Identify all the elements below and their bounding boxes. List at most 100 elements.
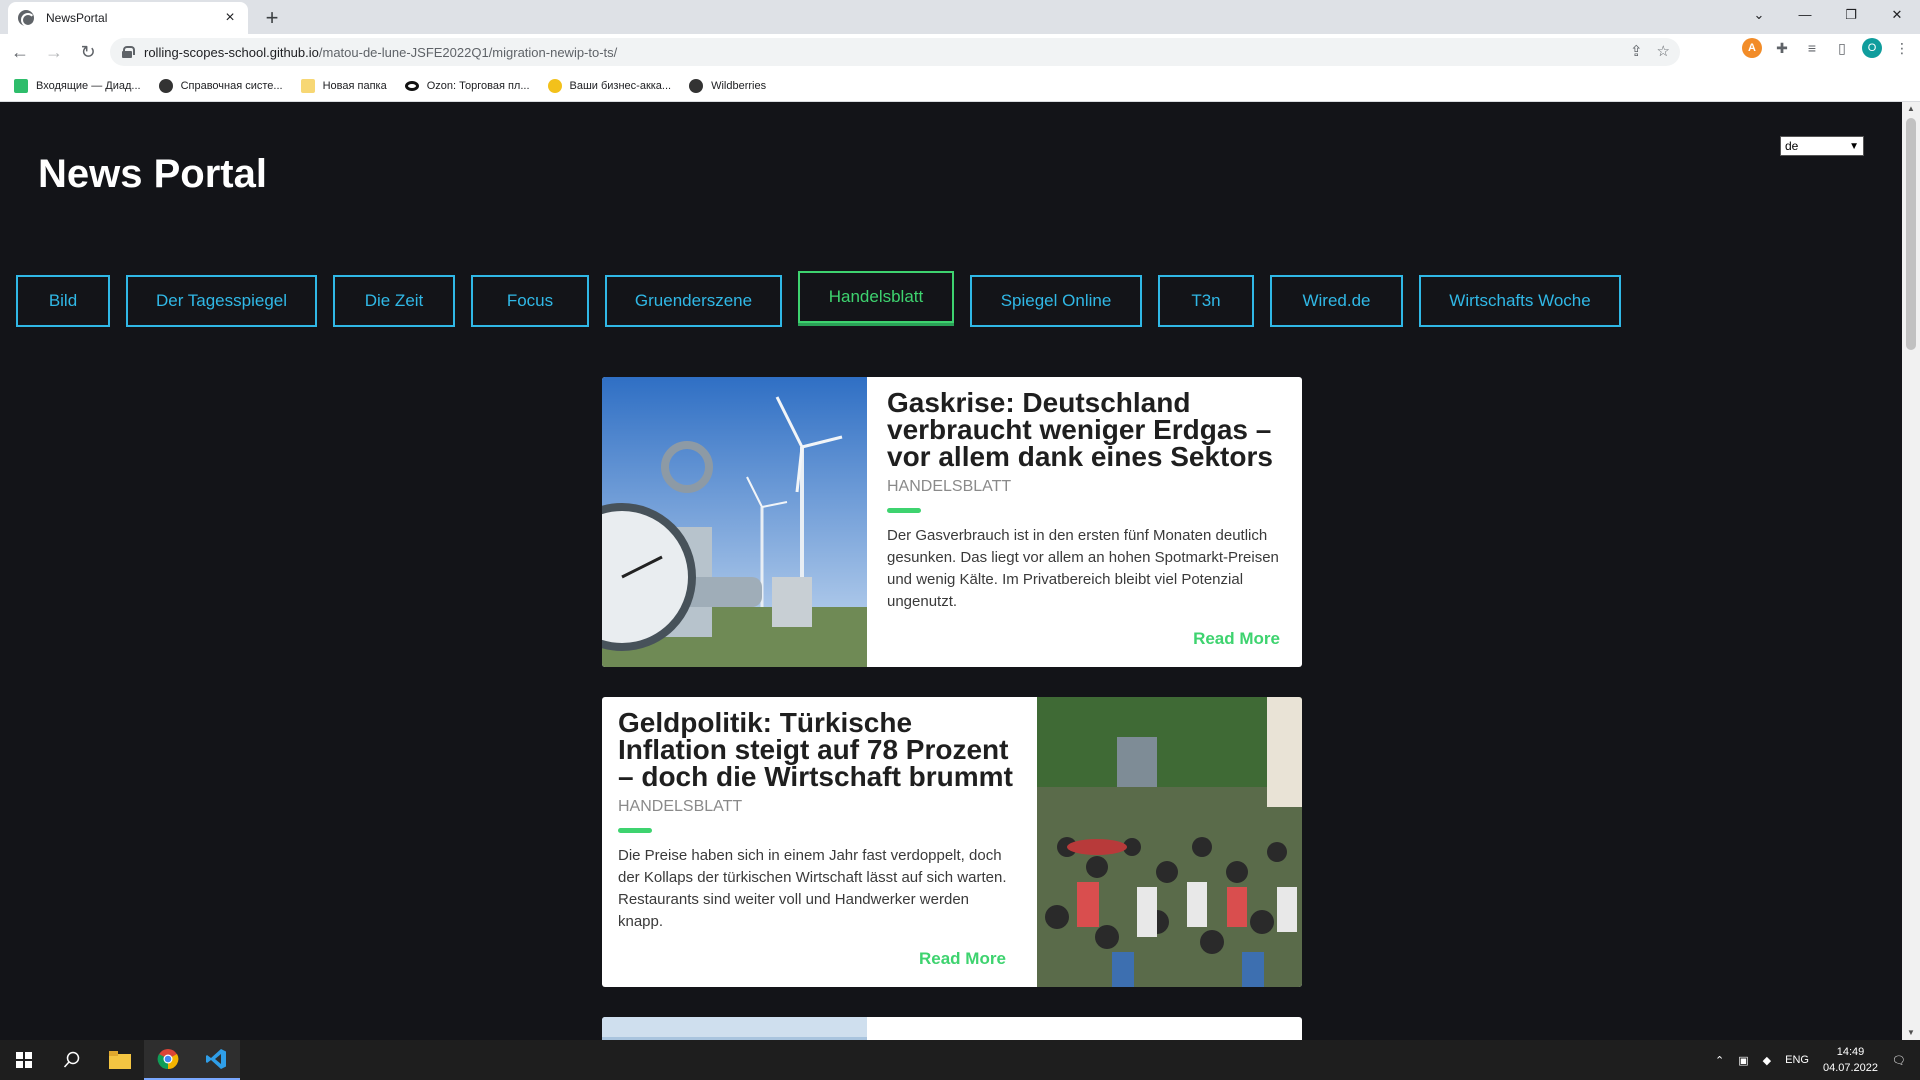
read-more-link[interactable]: Read More xyxy=(1193,629,1280,649)
clock[interactable]: 14:49 04.07.2022 xyxy=(1823,1044,1878,1076)
bookmark-label: Ваши бизнес-акка... xyxy=(569,79,672,92)
chevron-down-icon: ▼ xyxy=(1849,140,1859,152)
windows-icon xyxy=(16,1052,32,1068)
bookmark-label: Справочная систе... xyxy=(180,79,283,92)
system-tray: ⌃ ▣ ◆ ENG 14:49 04.07.2022 🗨 xyxy=(1715,1040,1920,1080)
browser-tab[interactable]: NewsPortal × xyxy=(8,2,248,34)
read-more-link[interactable]: Read More xyxy=(919,949,1006,969)
input-language[interactable]: ENG xyxy=(1785,1054,1809,1066)
article-source: HANDELSBLATT xyxy=(618,798,743,815)
share-icon[interactable]: ⇪ xyxy=(1630,42,1643,60)
windows-taskbar: ⌃ ▣ ◆ ENG 14:49 04.07.2022 🗨 xyxy=(0,1040,1920,1080)
media-icon[interactable]: ≡ xyxy=(1802,38,1822,58)
source-button[interactable]: Die Zeit xyxy=(333,275,455,327)
source-button[interactable]: Spiegel Online xyxy=(970,275,1142,327)
scroll-thumb[interactable] xyxy=(1906,118,1916,350)
article-image[interactable] xyxy=(602,1017,867,1040)
search-button[interactable] xyxy=(48,1040,96,1080)
bookmark-label: Входящие — Диад... xyxy=(36,79,141,92)
diadoc-icon xyxy=(14,78,28,93)
globe-icon xyxy=(158,78,173,93)
search-icon xyxy=(63,1051,80,1068)
side-panel-icon[interactable]: ▯ xyxy=(1832,38,1852,58)
new-tab-button[interactable]: + xyxy=(258,4,286,32)
article-image[interactable] xyxy=(1037,697,1302,987)
url-host: rolling-scopes-school.github.io xyxy=(144,44,319,60)
source-button[interactable]: Wired.de xyxy=(1270,275,1403,327)
profile-avatar[interactable]: O xyxy=(1862,38,1882,58)
close-window-button[interactable]: ✕ xyxy=(1874,0,1920,30)
extensions-area: A ✚ ≡ ▯ O ⋮ xyxy=(1742,38,1912,58)
clock-time: 14:49 xyxy=(1836,1046,1865,1058)
bookmark-item[interactable]: Новая папка xyxy=(300,78,387,93)
bookmarks-bar: Входящие — Диад... Справочная систе... Н… xyxy=(0,70,1920,102)
forward-icon[interactable]: → xyxy=(40,38,68,66)
site-title: News Portal xyxy=(38,152,267,196)
source-button-active[interactable]: Handelsblatt xyxy=(798,271,954,323)
folder-icon xyxy=(109,1051,131,1069)
puzzle-icon[interactable]: ✚ xyxy=(1772,38,1792,58)
tray-app-icon[interactable]: ◆ xyxy=(1763,1054,1771,1067)
chevron-up-icon[interactable]: ⌃ xyxy=(1715,1054,1724,1067)
source-button[interactable]: T3n xyxy=(1158,275,1254,327)
accent-divider xyxy=(887,508,921,513)
address-bar[interactable]: rolling-scopes-school.github.io/matou-de… xyxy=(110,38,1680,66)
scroll-up-icon[interactable]: ▲ xyxy=(1906,104,1916,114)
file-explorer-button[interactable] xyxy=(96,1040,144,1080)
bookmark-label: Новая папка xyxy=(322,79,387,92)
lock-icon[interactable] xyxy=(122,46,135,58)
url-path: /matou-de-lune-JSFE2022Q1/migration-newi… xyxy=(318,44,618,60)
tab-search-icon[interactable]: ⌄ xyxy=(1736,0,1782,30)
sources-list: Bild Der Tagesspiegel Die Zeit Focus Gru… xyxy=(16,271,1637,327)
vscode-button[interactable] xyxy=(192,1040,240,1080)
source-button[interactable]: Wirtschafts Woche xyxy=(1419,275,1621,327)
url-text[interactable]: rolling-scopes-school.github.io/matou-de… xyxy=(144,45,617,60)
article-card: Gaskrise: Deutschland verbraucht weniger… xyxy=(602,377,1302,667)
tray-app-icon[interactable]: ▣ xyxy=(1738,1054,1748,1067)
accent-divider xyxy=(618,828,652,833)
language-select[interactable]: de ▼ xyxy=(1780,136,1864,156)
vscode-icon xyxy=(206,1049,226,1069)
window-controls: ⌄ — ❐ ✕ xyxy=(1736,0,1920,30)
menu-icon[interactable]: ⋮ xyxy=(1892,38,1912,58)
source-button[interactable]: Bild xyxy=(16,275,110,327)
extension-icon[interactable]: A xyxy=(1742,38,1762,58)
reload-icon[interactable]: ↻ xyxy=(74,38,102,66)
page-scrollbar[interactable]: ▲ ▼ xyxy=(1902,102,1920,1040)
source-button[interactable]: Der Tagesspiegel xyxy=(126,275,317,327)
tab-title: NewsPortal xyxy=(46,11,108,25)
article-body: Gaskrise: Deutschland verbraucht weniger… xyxy=(887,377,1287,613)
ozon-icon xyxy=(404,80,419,91)
bookmark-item[interactable]: Входящие — Диад... xyxy=(14,78,141,93)
clock-date: 04.07.2022 xyxy=(1822,1062,1879,1074)
notifications-icon[interactable]: 🗨 xyxy=(1892,1054,1906,1067)
minimize-button[interactable]: — xyxy=(1782,0,1828,30)
bookmark-item[interactable]: Ozon: Торговая пл... xyxy=(404,79,530,92)
source-button[interactable]: Gruenderszene xyxy=(605,275,782,327)
globe-icon xyxy=(689,78,704,93)
globe-icon xyxy=(18,10,35,27)
start-button[interactable] xyxy=(0,1040,48,1080)
bookmark-star-icon[interactable]: ☆ xyxy=(1657,42,1670,60)
folder-icon xyxy=(300,78,315,93)
bookmark-item[interactable]: Справочная систе... xyxy=(158,78,283,93)
scroll-down-icon[interactable]: ▼ xyxy=(1906,1028,1916,1038)
restore-button[interactable]: ❐ xyxy=(1828,0,1874,30)
article-card: Geldpolitik: Türkische Inflation steigt … xyxy=(602,697,1302,987)
bookmark-item[interactable]: Ваши бизнес-акка... xyxy=(547,78,672,93)
chrome-button[interactable] xyxy=(144,1040,192,1080)
article-source: HANDELSBLATT xyxy=(887,478,1012,495)
language-value: de xyxy=(1785,139,1799,153)
omnibox-actions: ⇪ ☆ xyxy=(1630,42,1670,60)
bookmark-label: Wildberries xyxy=(711,79,767,92)
chrome-icon xyxy=(157,1049,179,1070)
source-button[interactable]: Focus xyxy=(471,275,589,327)
article-description: Der Gasverbrauch ist in den ersten fünf … xyxy=(887,527,1279,610)
article-image[interactable] xyxy=(602,377,867,667)
bookmark-item[interactable]: Wildberries xyxy=(689,78,767,93)
browser-tab-strip: NewsPortal × + ⌄ — ❐ ✕ xyxy=(0,0,1920,34)
article-title: Geldpolitik: Türkische Inflation steigt … xyxy=(618,707,1013,792)
bookmark-label: Ozon: Торговая пл... xyxy=(426,79,530,92)
back-icon[interactable]: ← xyxy=(6,38,34,66)
close-icon[interactable]: × xyxy=(222,10,238,26)
